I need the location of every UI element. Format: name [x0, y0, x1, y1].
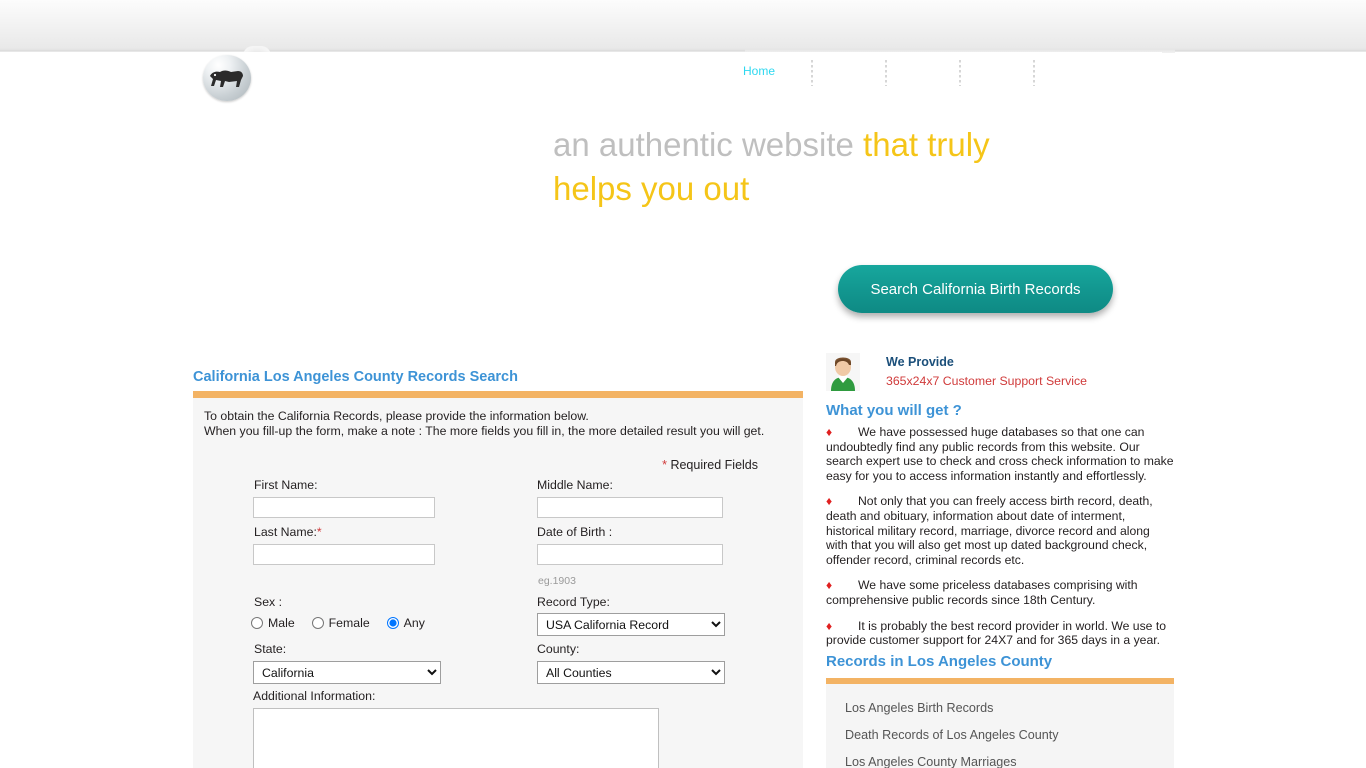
last-name-required-asterisk: * [316, 525, 322, 539]
what-you-will-get-heading: What you will get ? [826, 402, 962, 419]
record-link-birth[interactable]: Los Angeles Birth Records [826, 684, 1174, 722]
diamond-bullet-icon: ♦ [826, 578, 833, 593]
sex-option-female-label: Female [328, 616, 370, 630]
date-of-birth-hint: eg.1903 [538, 575, 576, 587]
we-provide-block: We Provide 365x24x7 Customer Support Ser… [826, 353, 1174, 397]
search-california-birth-records-button[interactable]: Search California Birth Records [838, 265, 1113, 313]
sex-radio-female[interactable] [311, 617, 324, 629]
benefit-item: ♦ We have some priceless databases compr… [826, 578, 1174, 607]
middle-name-input[interactable] [537, 497, 723, 518]
county-label: County: [537, 642, 580, 656]
hero-line2-gold: helps you out [553, 170, 750, 207]
nav-separator [885, 60, 888, 86]
form-intro-text: To obtain the California Records, please… [204, 409, 794, 439]
sex-option-any[interactable]: Any [386, 616, 425, 630]
benefit-item: ♦ We have possessed huge databases so th… [826, 425, 1174, 483]
nav-item-home[interactable]: Home [735, 60, 783, 82]
sex-option-male[interactable]: Male [251, 616, 295, 630]
record-link-death[interactable]: Death Records of Los Angeles County [826, 722, 1174, 749]
we-provide-title: We Provide [886, 355, 954, 369]
record-link-marriages[interactable]: Los Angeles County Marriages [826, 749, 1174, 768]
form-section-title: California Los Angeles County Records Se… [193, 369, 518, 385]
we-provide-subtitle: 365x24x7 Customer Support Service [886, 374, 1087, 388]
hero-line1-gray: an authentic website [553, 126, 864, 163]
hero-line1-gold: that truly [863, 126, 990, 163]
records-search-form: To obtain the California Records, please… [193, 391, 803, 768]
required-note-text: Required Fields [666, 458, 758, 472]
customer-support-avatar-icon [826, 353, 860, 391]
main-nav[interactable]: Home [735, 60, 1079, 86]
benefit-item: ♦ It is probably the best record provide… [826, 619, 1174, 648]
sex-option-male-label: Male [268, 616, 295, 630]
benefit-item: ♦ Not only that you can freely access bi… [826, 494, 1174, 567]
sex-option-female[interactable]: Female [311, 616, 370, 630]
bear-logo-icon[interactable] [203, 55, 251, 101]
record-type-select[interactable]: USA California Record [537, 613, 725, 636]
additional-information-label: Additional Information: [253, 689, 376, 703]
bear-glyph-icon [210, 70, 243, 87]
record-type-label: Record Type: [537, 595, 610, 609]
sex-radio-male[interactable] [251, 617, 263, 629]
sex-radio-any[interactable] [386, 617, 399, 629]
sex-label: Sex : [254, 595, 283, 609]
benefit-text: We have possessed huge databases so that… [826, 425, 1174, 483]
first-name-input[interactable] [253, 497, 435, 518]
state-select[interactable]: California [253, 661, 441, 684]
middle-name-label: Middle Name: [537, 478, 613, 492]
additional-information-textarea[interactable] [253, 708, 659, 768]
diamond-bullet-icon: ♦ [826, 425, 833, 439]
form-intro-line1: To obtain the California Records, please… [204, 409, 589, 423]
benefit-text: Not only that you can freely access birt… [826, 494, 1153, 567]
hero-headline: an authentic website that truly helps yo… [553, 123, 1153, 211]
first-name-label: First Name: [254, 478, 318, 492]
sex-radio-group[interactable]: Male Female Any [251, 616, 438, 630]
benefits-list: ♦ We have possessed huge databases so th… [826, 425, 1174, 659]
nav-separator [811, 60, 814, 86]
last-name-label-text: Last Name: [254, 525, 317, 539]
avatar-glyph-icon [826, 353, 860, 391]
date-of-birth-input[interactable] [537, 544, 723, 565]
diamond-bullet-icon: ♦ [826, 618, 833, 633]
state-label: State: [254, 642, 287, 656]
page-root: Home an authentic website that truly hel… [0, 0, 1366, 768]
form-intro-line2: When you fill-up the form, make a note :… [204, 424, 765, 438]
top-gradient-band [0, 0, 1366, 52]
nav-separator [1033, 60, 1036, 86]
nav-separator [959, 60, 962, 86]
diamond-bullet-icon: ♦ [826, 494, 833, 509]
date-of-birth-label: Date of Birth : [537, 525, 613, 539]
sex-option-any-label: Any [403, 616, 425, 630]
county-select[interactable]: All Counties [537, 661, 725, 684]
records-links-panel: Los Angeles Birth Records Death Records … [826, 678, 1174, 768]
records-in-county-heading: Records in Los Angeles County [826, 653, 1053, 670]
last-name-label: Last Name:* [254, 525, 322, 539]
benefit-text: It is probably the best record provider … [826, 618, 1166, 648]
required-fields-note: * Required Fields [662, 458, 758, 472]
last-name-input[interactable] [253, 544, 435, 565]
benefit-text: We have some priceless databases compris… [826, 578, 1138, 607]
